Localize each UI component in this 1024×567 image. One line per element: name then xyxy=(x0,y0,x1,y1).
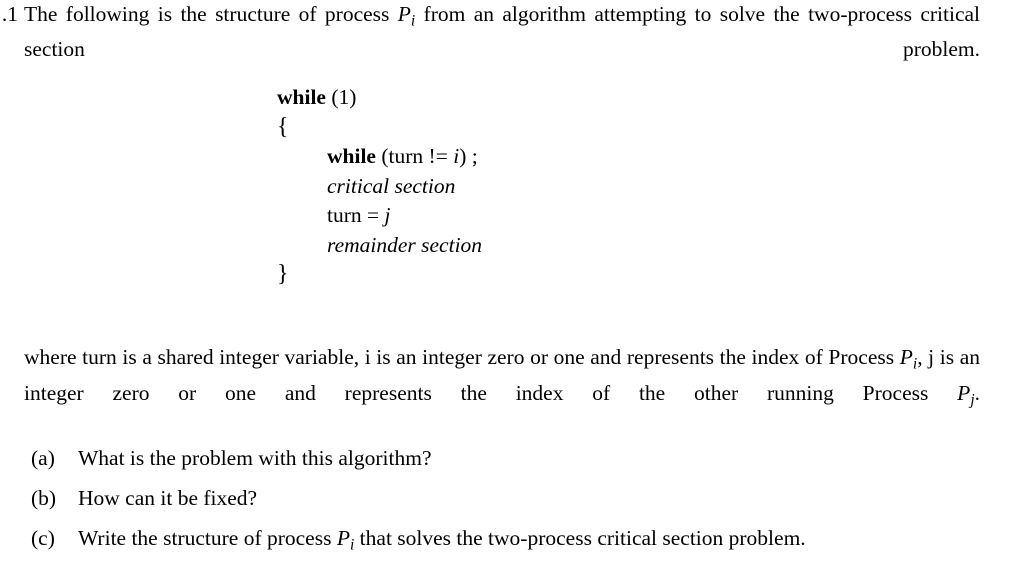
sub-question-c-variable-base: P xyxy=(336,526,350,550)
question-number: 1. xyxy=(1,2,18,26)
remainder-section-label: remainder section xyxy=(327,232,483,257)
keyword-while-inner: while xyxy=(327,144,376,168)
code-line-while-outer: while (1) xyxy=(277,83,482,113)
question-stem-paragraph: 1. The following is the structure of pro… xyxy=(2,0,980,91)
code-line-open-brace: { xyxy=(277,113,482,143)
algorithm-code-block: while (1) { while (turn != i) ; critical… xyxy=(277,83,482,290)
variable-explanation-paragraph: where turn is a shared integer variable,… xyxy=(24,343,980,444)
code-line-while-inner: while (turn != i) ; xyxy=(277,142,482,172)
while-outer-condition: (1) xyxy=(325,85,357,109)
code-line-close-brace: } xyxy=(277,260,482,290)
explanation-segment-3: . xyxy=(974,380,980,405)
while-inner-condition-close: ) ; xyxy=(459,144,478,168)
while-inner-condition-open: (turn ! xyxy=(375,144,436,168)
turn-assignment-variable-j: j xyxy=(384,203,391,227)
code-line-turn-assignment: turn = j xyxy=(277,201,482,231)
document-page: 1. The following is the structure of pro… xyxy=(0,0,1024,567)
sub-question-b-text: How can it be fixed? xyxy=(78,486,258,510)
process-variable-base: P xyxy=(397,2,411,26)
sub-questions-list: (a) What is the problem with this algori… xyxy=(31,442,980,562)
sub-question-b-marker: (b) xyxy=(31,486,57,510)
code-line-remainder-section: remainder section xyxy=(277,231,482,261)
explanation-segment-1: where turn is a shared integer variable,… xyxy=(24,345,900,369)
sub-question-a-marker: (a) xyxy=(31,446,55,470)
question-stem-text: The following is the structure of proces… xyxy=(24,0,980,91)
sub-question-c-suffix: that solves the two-process critical sec… xyxy=(354,526,806,550)
code-line-critical-section: critical section xyxy=(277,172,482,202)
explanation-process-i-base: P xyxy=(899,345,913,369)
sub-question-b: (b) How can it be fixed? xyxy=(31,482,980,522)
keyword-while-outer: while xyxy=(277,85,326,109)
close-brace-glyph: } xyxy=(277,261,289,287)
turn-assignment-prefix: turn = xyxy=(327,203,385,227)
sub-question-c-prefix: Write the structure of process xyxy=(78,526,337,550)
sub-question-c: (c) Write the structure of process Pi th… xyxy=(31,522,980,562)
sub-question-c-marker: (c) xyxy=(31,526,55,550)
while-inner-not-equal: = xyxy=(435,144,454,168)
explanation-process-j-base: P xyxy=(957,380,971,405)
stem-text-before-variable: The following is the structure of proces… xyxy=(24,2,398,26)
open-brace-glyph: { xyxy=(277,113,289,140)
critical-section-label: critical section xyxy=(327,173,456,198)
sub-question-a: (a) What is the problem with this algori… xyxy=(31,442,980,482)
sub-question-a-text: What is the problem with this algorithm? xyxy=(78,446,432,470)
